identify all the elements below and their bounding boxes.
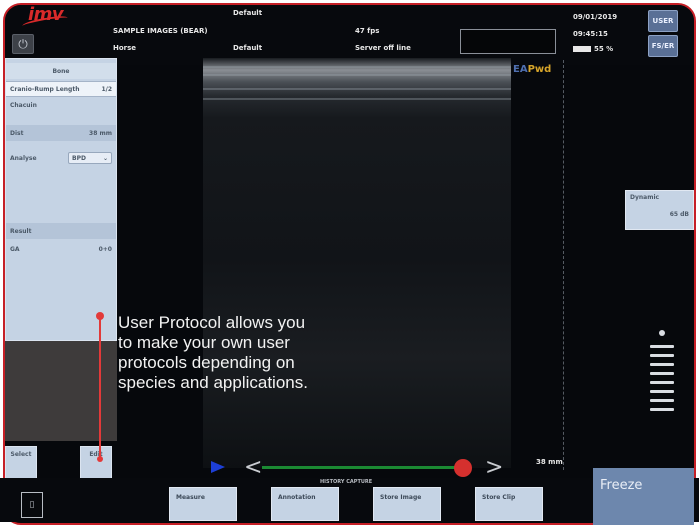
play-icon[interactable]: [211, 461, 225, 473]
tgc-bar: [650, 381, 674, 384]
tgc-bar: [650, 408, 674, 411]
scale-text: 38 mm: [536, 458, 563, 466]
tgc-bar: [650, 372, 674, 375]
result-header: Result: [6, 223, 116, 239]
result-label: Result: [10, 227, 32, 235]
server-status: Server off line: [355, 44, 411, 52]
battery-icon: [573, 46, 591, 52]
cine-track[interactable]: [262, 466, 457, 469]
analyze-label: Analyse: [10, 154, 37, 162]
result-row: GA 0+0: [6, 241, 116, 257]
row2-label: Chacuin: [10, 101, 37, 109]
dist-label: Dist: [10, 129, 24, 137]
chevron-left-icon[interactable]: <: [244, 455, 262, 480]
dist-value: 38 mm: [89, 129, 112, 137]
tgc-bar: [650, 399, 674, 402]
protocol-panel: Bone Cranio-Rump Length 1/2 Chacuin Dist 3…: [5, 58, 117, 341]
cine-label: HISTORY CAPTURE: [320, 479, 373, 485]
analyze-select-value: BPD: [72, 154, 86, 162]
tgc-bar: [650, 363, 674, 366]
tgc-bar: [650, 390, 674, 393]
patient-name: Horse: [113, 44, 137, 52]
measure-button[interactable]: Measure: [169, 487, 237, 521]
mode-ea: EA: [513, 64, 528, 75]
callout-dot: [96, 312, 104, 320]
image-band: [203, 88, 511, 90]
time-label: 09:45:15: [573, 30, 608, 38]
power-button[interactable]: ⏻: [12, 34, 34, 54]
date-label: 09/01/2019: [573, 13, 618, 21]
callout-dot-end: [97, 456, 103, 462]
panel-header-label: Bone: [52, 67, 70, 75]
tgc-slider[interactable]: [648, 330, 676, 420]
dynamic-label: Dynamic: [630, 194, 660, 201]
user-button[interactable]: USER: [648, 10, 678, 32]
protocol-row-1[interactable]: Cranio-Rump Length 1/2: [6, 81, 116, 97]
ultrasound-image[interactable]: [203, 58, 511, 468]
battery-level: 55 %: [594, 45, 614, 53]
annotation-button[interactable]: Annotation: [271, 487, 339, 521]
store-clip-button[interactable]: Store Clip: [475, 487, 543, 521]
result-row-label: GA: [10, 245, 20, 253]
row1-value: 1/2: [101, 85, 112, 93]
protocol-row-2[interactable]: Chacuin: [6, 97, 116, 113]
chevron-down-icon: ⌄: [102, 154, 108, 162]
power-icon: ⏻: [18, 36, 28, 51]
frame-rate: 47 fps: [355, 27, 380, 35]
analyze-select[interactable]: BPD ⌄: [68, 152, 112, 164]
row1-label: Cranio-Rump Length: [10, 85, 80, 93]
tgc-bar: [650, 354, 674, 357]
result-row-value: 0+0: [98, 245, 112, 253]
callout-line: [99, 316, 101, 461]
edit-button[interactable]: Edit: [80, 446, 112, 482]
preset-top-label: Default: [233, 9, 263, 17]
comment-field[interactable]: [460, 29, 556, 54]
patient-id: SAMPLE IMAGES (BEAR): [113, 27, 208, 35]
image-band: [203, 74, 511, 76]
image-band: [203, 66, 511, 68]
tgc-bar: [650, 345, 674, 348]
store-image-button[interactable]: Store Image: [373, 487, 441, 521]
image-band: [203, 98, 511, 100]
chevron-right-icon[interactable]: >: [485, 455, 503, 480]
mode-label: EAPwd: [513, 64, 551, 75]
freeze-button[interactable]: Freeze: [593, 468, 694, 525]
callout-text: User Protocol allows you to make your ow…: [118, 313, 308, 392]
depth-scale: [563, 60, 566, 470]
select-button[interactable]: Select: [5, 446, 37, 482]
document-icon[interactable]: ▯: [21, 492, 43, 518]
distance-row: Dist 38 mm: [6, 125, 116, 141]
panel-header: Bone: [6, 63, 116, 79]
dynamic-value: 65 dB: [669, 211, 689, 218]
cine-knob[interactable]: [454, 459, 472, 477]
preset-label: Default: [233, 44, 263, 52]
dynamic-control[interactable]: Dynamic 65 dB: [625, 190, 694, 230]
tgc-handle[interactable]: [659, 330, 665, 336]
analyze-row: Analyse BPD ⌄: [6, 149, 116, 167]
mode-pw: Pwd: [527, 64, 552, 75]
fs-er-button[interactable]: FS/ER: [648, 35, 678, 57]
